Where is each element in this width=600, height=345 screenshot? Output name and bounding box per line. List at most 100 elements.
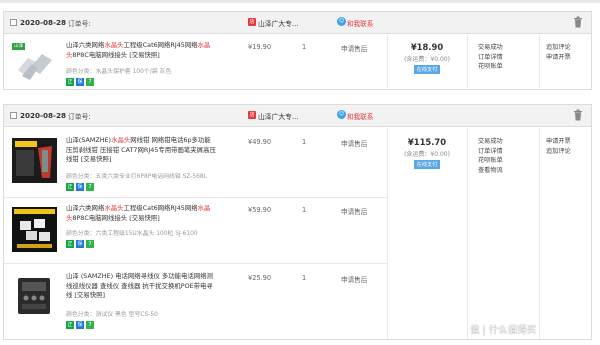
order-status: 交易成功 订单详情 花呗账单 [478, 43, 503, 72]
add-review-link[interactable]: 追加评论 [546, 147, 571, 157]
genuine-badge-icon[interactable]: 正 [66, 240, 74, 248]
contact-seller-link[interactable]: 和我联系 [347, 111, 373, 121]
column-divider [467, 128, 468, 339]
column-divider [539, 35, 540, 90]
chat-icon[interactable]: ☺ [337, 17, 346, 26]
order-total: ¥115.70 (含运费：¥0.00) 在线支付 [387, 137, 467, 169]
product-spec: 颜色分类：五类六类专业打6P8P电话网线钳 SZ-568L [66, 174, 207, 180]
title-part: 山泽 (SAMZHE) 电话网络寻线仪 多功能电话网络测线巡线仪器 查线仪 查线… [66, 272, 214, 299]
order-select-checkbox[interactable] [10, 19, 17, 26]
shop-icon: 店 [248, 111, 256, 119]
item-price: ¥59.90 [248, 206, 272, 214]
item-quantity: 1 [302, 274, 307, 282]
watermark: 值 | 什么值得买 [470, 325, 537, 336]
order-total: ¥18.90 (含运费：¥0.00) 在线支付 [387, 42, 467, 74]
order-item: 山泽六类网络水晶头工程级Cat6网络RJ45网络水晶头8P8C电脑网线接头 [交… [4, 198, 387, 264]
order-date: 2020-08-28 [20, 111, 66, 120]
total-amount: ¥18.90 [410, 42, 444, 52]
item-quantity: 1 [302, 43, 307, 51]
status-text: 交易成功 [478, 44, 503, 51]
order-date: 2020-08-28 [20, 18, 66, 27]
product-title[interactable]: 山泽六类网络水晶头工程级Cat6网络RJ45网络水晶头8P8C电脑网线接头 [交… [66, 204, 216, 223]
status-text: 交易成功 [478, 138, 503, 145]
order-detail-link[interactable]: 订单详情 [478, 147, 503, 157]
trash-icon[interactable] [573, 16, 583, 28]
title-highlight: 水晶头 [104, 204, 124, 212]
product-title[interactable]: 山泽(SAMZHE)水晶头网线钳 网络钳电话6p多功能压剪剥线钳 压接钳 CAT… [66, 136, 216, 165]
title-part: 山泽六类网络 [66, 204, 105, 212]
order-operations: 申请开票 追加评论 [546, 137, 571, 156]
order-select-checkbox[interactable] [10, 112, 17, 119]
item-price: ¥19.90 [248, 43, 272, 51]
product-title[interactable]: 山泽 (SAMZHE) 电话网络寻线仪 多功能电话网络测线巡线仪器 查线仪 查线… [66, 272, 216, 301]
guarantee-badge-icon[interactable]: 保 [76, 321, 84, 329]
column-divider [467, 35, 468, 90]
order-number-label: 订单号: [68, 20, 91, 28]
order-header: 2020-08-28 订单号: 店 山泽广大专... ☺ 和我联系 [4, 12, 591, 34]
product-title[interactable]: 山泽六类网络水晶头工程级Cat6网络RJ45网络水晶头8P8C电脑网线接头 [交… [66, 41, 216, 60]
payment-method-badge: 在线支付 [413, 65, 441, 74]
title-part: 工程级Cat6网络RJ45网络 [123, 41, 198, 49]
product-spec: 颜色分类：水晶头保护套 100个/袋 灰色 [66, 69, 172, 75]
order-number-label: 订单号: [68, 113, 91, 121]
seven-day-return-badge-icon[interactable]: 7 [86, 78, 94, 86]
product-thumbnail[interactable] [12, 274, 57, 319]
order-card-2: 2020-08-28 订单号: 店 山泽广大专... ☺ 和我联系 山泽(SAM… [3, 104, 592, 340]
total-amount: ¥115.70 [407, 137, 447, 147]
after-sales-link[interactable]: 申请售后 [341, 274, 367, 284]
column-divider [539, 128, 540, 339]
item-price: ¥49.90 [248, 138, 272, 146]
product-thumbnail[interactable] [12, 207, 57, 252]
freight-info: (含运费：¥0.00) [404, 56, 450, 63]
after-sales-link[interactable]: 申请售后 [341, 138, 367, 148]
title-part: 8P8C电脑网线接头 [交易快照] [72, 50, 160, 59]
shop-icon: 店 [248, 18, 256, 26]
item-price: ¥25.90 [248, 274, 272, 282]
genuine-badge-icon[interactable]: 正 [66, 183, 74, 191]
product-thumbnail[interactable] [12, 138, 57, 183]
title-part: 工程级Cat6网络RJ45网络 [123, 204, 198, 212]
title-part: 山泽六类网络 [66, 41, 105, 49]
product-spec: 颜色分类：六类工程级15U水晶头 100粒 SJ-6100 [66, 231, 198, 237]
huabei-bill-link[interactable]: 花呗账单 [478, 156, 503, 166]
brand-badge: 山泽 [12, 43, 26, 50]
contact-seller-link[interactable]: 和我联系 [347, 18, 373, 28]
top-divider [0, 0, 600, 3]
guarantee-badge-icon[interactable]: 保 [76, 183, 84, 191]
guarantee-badge-icon[interactable]: 保 [76, 240, 84, 248]
item-quantity: 1 [302, 138, 307, 146]
order-detail-link[interactable]: 订单详情 [478, 53, 503, 63]
seven-day-return-badge-icon[interactable]: 7 [86, 321, 94, 329]
huabei-bill-link[interactable]: 花呗账单 [478, 62, 503, 72]
after-sales-link[interactable]: 申请售后 [341, 206, 367, 216]
guarantee-badge-icon[interactable]: 保 [76, 78, 84, 86]
freight-info: (含运费：¥0.00) [404, 151, 450, 158]
request-invoice-link[interactable]: 申请开票 [546, 53, 571, 63]
item-quantity: 1 [302, 206, 307, 214]
trash-icon[interactable] [573, 109, 583, 121]
order-header: 2020-08-28 订单号: 店 山泽广大专... ☺ 和我联系 [4, 105, 591, 127]
order-operations: 追加评论 申请开票 [546, 43, 571, 62]
genuine-badge-icon[interactable]: 正 [66, 321, 74, 329]
order-status: 交易成功 订单详情 花呗账单 查看物流 [478, 137, 503, 175]
genuine-badge-icon[interactable]: 正 [66, 78, 74, 86]
title-part: 8P8C电脑网线接头 [交易快照] [72, 213, 160, 222]
service-badges: 正保7 [66, 240, 96, 248]
service-badges: 正保7 [66, 183, 96, 191]
shop-name[interactable]: 山泽广大专... [258, 18, 298, 28]
view-logistics-link[interactable]: 查看物流 [478, 166, 503, 176]
after-sales-link[interactable]: 申请售后 [341, 43, 367, 53]
seven-day-return-badge-icon[interactable]: 7 [86, 183, 94, 191]
title-part: 山泽(SAMZHE) [66, 136, 112, 144]
service-badges: 正保7 [66, 321, 96, 329]
payment-method-badge: 在线支付 [413, 160, 441, 169]
order-item: 山泽(SAMZHE)水晶头网线钳 网络钳电话6p多功能压剪剥线钳 压接钳 CAT… [4, 128, 387, 198]
order-item: 山泽 (SAMZHE) 电话网络寻线仪 多功能电话网络测线巡线仪器 查线仪 查线… [4, 264, 387, 339]
shop-name[interactable]: 山泽广大专... [258, 111, 298, 121]
seven-day-return-badge-icon[interactable]: 7 [86, 240, 94, 248]
title-highlight: 水晶头 [111, 136, 131, 144]
add-review-link[interactable]: 追加评论 [546, 43, 571, 53]
order-item: 山泽 山泽六类网络水晶头工程级Cat6网络RJ45网络水晶头8P8C电脑网线接头… [4, 35, 387, 90]
request-invoice-link[interactable]: 申请开票 [546, 137, 571, 147]
chat-icon[interactable]: ☺ [337, 110, 346, 119]
